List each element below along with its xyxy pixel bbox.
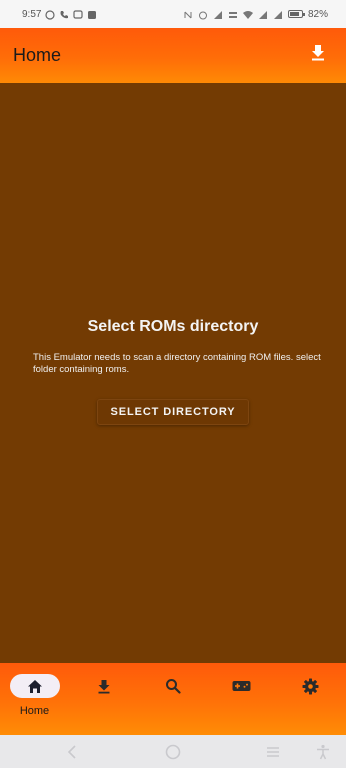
nav-item-home[interactable]: Home: [0, 663, 69, 735]
main-content: Select ROMs directory This Emulator need…: [0, 83, 346, 663]
download-icon: [98, 679, 109, 693]
nav-item-search[interactable]: [138, 663, 207, 735]
empty-state-title: Select ROMs directory: [87, 318, 259, 335]
status-time: 9:57: [22, 8, 42, 20]
status-bar: 9:57 82%: [0, 0, 346, 28]
accessibility-icon[interactable]: [314, 743, 332, 761]
page-title: Home: [13, 45, 62, 65]
wifi-icon: [242, 10, 253, 19]
empty-state-description: This Emulator needs to scan a directory …: [33, 352, 321, 375]
home-icon: [27, 679, 42, 693]
app-bar: Home: [0, 28, 346, 83]
message-icon: [73, 9, 84, 19]
empty-state: Select ROMs directory This Emulator need…: [0, 318, 346, 425]
select-directory-button[interactable]: SELECT DIRECTORY: [97, 399, 249, 425]
phone-icon: [59, 10, 69, 19]
back-icon[interactable]: [64, 743, 82, 761]
search-icon: [165, 679, 181, 694]
alarm-icon: [198, 10, 208, 19]
gamepad-icon: [232, 681, 251, 691]
notification-icon: [87, 10, 97, 19]
nav-item-games[interactable]: [207, 663, 276, 735]
gear-icon: [302, 678, 319, 694]
cell-signal-2-icon: [273, 10, 283, 19]
nav-indicator: [9, 674, 60, 698]
download-button[interactable]: [304, 39, 332, 67]
nfc-icon: [183, 10, 193, 19]
nav-label-home: Home: [19, 705, 50, 717]
nav-item-settings[interactable]: [276, 663, 345, 735]
home-circle-icon[interactable]: [164, 743, 182, 761]
recent-apps-icon[interactable]: [264, 743, 282, 761]
download-icon: [312, 45, 324, 61]
bottom-navigation: Home: [0, 663, 346, 735]
battery-percent: 82%: [307, 8, 328, 20]
battery-icon: [287, 10, 305, 18]
whatsapp-icon: [45, 9, 56, 20]
system-navigation-bar: [0, 735, 346, 768]
signal-icon: [213, 10, 223, 19]
nav-item-downloads[interactable]: [69, 663, 138, 735]
data-speed-icon: [228, 10, 238, 19]
cell-signal-icon: [258, 10, 268, 19]
